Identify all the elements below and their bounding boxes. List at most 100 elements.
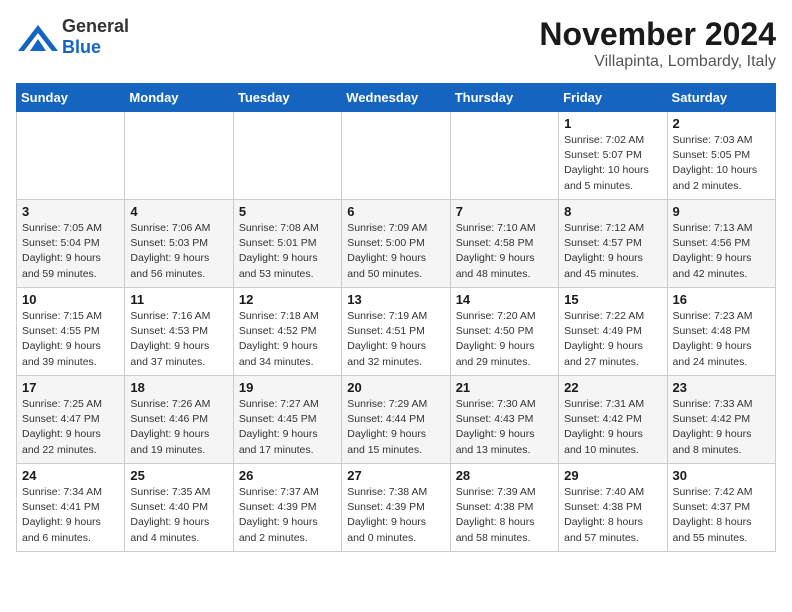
day-number: 7 — [456, 204, 553, 219]
day-info: Sunrise: 7:20 AM Sunset: 4:50 PM Dayligh… — [456, 309, 553, 370]
calendar-cell: 2 Sunrise: 7:03 AM Sunset: 5:05 PM Daylig… — [667, 112, 775, 200]
calendar-cell: 6Sunrise: 7:09 AM Sunset: 5:00 PM Daylig… — [342, 200, 450, 288]
day-info: Sunrise: 7:23 AM Sunset: 4:48 PM Dayligh… — [673, 309, 770, 370]
calendar-cell: 26 Sunrise: 7:37 AM Sunset: 4:39 PM Dayli… — [233, 464, 341, 552]
day-info: Sunrise: 7:35 AM Sunset: 4:40 PM Dayligh… — [130, 485, 227, 546]
calendar-cell: 21Sunrise: 7:30 AM Sunset: 4:43 PM Dayli… — [450, 376, 558, 464]
day-number: 5 — [239, 204, 336, 219]
day-number: 18 — [130, 380, 227, 395]
day-info: Sunrise: 7:31 AM Sunset: 4:42 PM Dayligh… — [564, 397, 661, 458]
calendar-week-1: 1 Sunrise: 7:02 AM Sunset: 5:07 PM Daylig… — [17, 112, 776, 200]
calendar-cell: 13 Sunrise: 7:19 AM Sunset: 4:51 PM Dayli… — [342, 288, 450, 376]
page-subtitle: Villapinta, Lombardy, Italy — [539, 53, 776, 71]
day-number: 12 — [239, 292, 336, 307]
day-info: Sunrise: 7:22 AM Sunset: 4:49 PM Dayligh… — [564, 309, 661, 370]
day-info: Sunrise: 7:19 AM Sunset: 4:51 PM Dayligh… — [347, 309, 444, 370]
day-number: 29 — [564, 468, 661, 483]
day-info: Sunrise: 7:30 AM Sunset: 4:43 PM Dayligh… — [456, 397, 553, 458]
day-info: Sunrise: 7:27 AM Sunset: 4:45 PM Dayligh… — [239, 397, 336, 458]
day-info: Sunrise: 7:34 AM Sunset: 4:41 PM Dayligh… — [22, 485, 119, 546]
calendar-cell: 10 Sunrise: 7:15 AM Sunset: 4:55 PM Dayli… — [17, 288, 125, 376]
calendar-cell — [342, 112, 450, 200]
calendar-cell: 5 Sunrise: 7:08 AM Sunset: 5:01 PM Daylig… — [233, 200, 341, 288]
day-number: 27 — [347, 468, 444, 483]
header-day-sunday: Sunday — [17, 84, 125, 112]
calendar-cell: 27Sunrise: 7:38 AM Sunset: 4:39 PM Dayli… — [342, 464, 450, 552]
calendar-cell: 11 Sunrise: 7:16 AM Sunset: 4:53 PM Dayli… — [125, 288, 233, 376]
calendar-cell: 28Sunrise: 7:39 AM Sunset: 4:38 PM Dayli… — [450, 464, 558, 552]
day-info: Sunrise: 7:15 AM Sunset: 4:55 PM Dayligh… — [22, 309, 119, 370]
header-day-thursday: Thursday — [450, 84, 558, 112]
day-info: Sunrise: 7:26 AM Sunset: 4:46 PM Dayligh… — [130, 397, 227, 458]
calendar-cell — [233, 112, 341, 200]
calendar-cell: 8 Sunrise: 7:12 AM Sunset: 4:57 PM Daylig… — [559, 200, 667, 288]
calendar-cell: 22 Sunrise: 7:31 AM Sunset: 4:42 PM Dayli… — [559, 376, 667, 464]
page-title: November 2024 — [539, 16, 776, 53]
day-number: 11 — [130, 292, 227, 307]
calendar-cell: 24 Sunrise: 7:34 AM Sunset: 4:41 PM Dayli… — [17, 464, 125, 552]
calendar-body: 1 Sunrise: 7:02 AM Sunset: 5:07 PM Daylig… — [17, 112, 776, 552]
calendar-week-3: 10 Sunrise: 7:15 AM Sunset: 4:55 PM Dayli… — [17, 288, 776, 376]
header-day-friday: Friday — [559, 84, 667, 112]
day-info: Sunrise: 7:16 AM Sunset: 4:53 PM Dayligh… — [130, 309, 227, 370]
calendar-cell: 12 Sunrise: 7:18 AM Sunset: 4:52 PM Dayli… — [233, 288, 341, 376]
calendar-cell: 19 Sunrise: 7:27 AM Sunset: 4:45 PM Dayli… — [233, 376, 341, 464]
day-number: 1 — [564, 116, 661, 131]
calendar-cell — [450, 112, 558, 200]
day-info: Sunrise: 7:40 AM Sunset: 4:38 PM Dayligh… — [564, 485, 661, 546]
calendar-header: SundayMondayTuesdayWednesdayThursdayFrid… — [17, 84, 776, 112]
calendar-week-2: 3 Sunrise: 7:05 AM Sunset: 5:04 PM Daylig… — [17, 200, 776, 288]
day-number: 20 — [347, 380, 444, 395]
logo-blue: Blue — [62, 37, 101, 58]
logo-icon — [16, 23, 56, 51]
page-header: General Blue November 2024 Villapinta, L… — [16, 16, 776, 71]
calendar-cell: 9Sunrise: 7:13 AM Sunset: 4:56 PM Daylig… — [667, 200, 775, 288]
header-day-wednesday: Wednesday — [342, 84, 450, 112]
day-number: 13 — [347, 292, 444, 307]
day-number: 15 — [564, 292, 661, 307]
calendar-cell: 17Sunrise: 7:25 AM Sunset: 4:47 PM Dayli… — [17, 376, 125, 464]
day-info: Sunrise: 7:03 AM Sunset: 5:05 PM Dayligh… — [673, 133, 770, 194]
day-number: 22 — [564, 380, 661, 395]
header-row: SundayMondayTuesdayWednesdayThursdayFrid… — [17, 84, 776, 112]
calendar-cell: 14 Sunrise: 7:20 AM Sunset: 4:50 PM Dayli… — [450, 288, 558, 376]
calendar-cell — [125, 112, 233, 200]
day-number: 23 — [673, 380, 770, 395]
day-number: 8 — [564, 204, 661, 219]
day-info: Sunrise: 7:33 AM Sunset: 4:42 PM Dayligh… — [673, 397, 770, 458]
day-info: Sunrise: 7:39 AM Sunset: 4:38 PM Dayligh… — [456, 485, 553, 546]
calendar-cell: 20 Sunrise: 7:29 AM Sunset: 4:44 PM Dayli… — [342, 376, 450, 464]
calendar-cell: 1 Sunrise: 7:02 AM Sunset: 5:07 PM Daylig… — [559, 112, 667, 200]
day-info: Sunrise: 7:02 AM Sunset: 5:07 PM Dayligh… — [564, 133, 661, 194]
calendar-cell: 30 Sunrise: 7:42 AM Sunset: 4:37 PM Dayli… — [667, 464, 775, 552]
day-number: 25 — [130, 468, 227, 483]
day-info: Sunrise: 7:12 AM Sunset: 4:57 PM Dayligh… — [564, 221, 661, 282]
day-number: 14 — [456, 292, 553, 307]
title-block: November 2024 Villapinta, Lombardy, Ital… — [539, 16, 776, 71]
calendar-cell: 4Sunrise: 7:06 AM Sunset: 5:03 PM Daylig… — [125, 200, 233, 288]
day-info: Sunrise: 7:37 AM Sunset: 4:39 PM Dayligh… — [239, 485, 336, 546]
day-number: 24 — [22, 468, 119, 483]
day-number: 2 — [673, 116, 770, 131]
day-number: 10 — [22, 292, 119, 307]
calendar-week-4: 17Sunrise: 7:25 AM Sunset: 4:47 PM Dayli… — [17, 376, 776, 464]
calendar-cell: 18 Sunrise: 7:26 AM Sunset: 4:46 PM Dayli… — [125, 376, 233, 464]
day-number: 30 — [673, 468, 770, 483]
calendar-cell: 3 Sunrise: 7:05 AM Sunset: 5:04 PM Daylig… — [17, 200, 125, 288]
calendar-cell: 29 Sunrise: 7:40 AM Sunset: 4:38 PM Dayli… — [559, 464, 667, 552]
day-number: 19 — [239, 380, 336, 395]
day-info: Sunrise: 7:18 AM Sunset: 4:52 PM Dayligh… — [239, 309, 336, 370]
calendar-week-5: 24 Sunrise: 7:34 AM Sunset: 4:41 PM Dayli… — [17, 464, 776, 552]
day-number: 16 — [673, 292, 770, 307]
day-info: Sunrise: 7:10 AM Sunset: 4:58 PM Dayligh… — [456, 221, 553, 282]
day-number: 3 — [22, 204, 119, 219]
day-number: 26 — [239, 468, 336, 483]
day-info: Sunrise: 7:42 AM Sunset: 4:37 PM Dayligh… — [673, 485, 770, 546]
day-info: Sunrise: 7:29 AM Sunset: 4:44 PM Dayligh… — [347, 397, 444, 458]
day-info: Sunrise: 7:05 AM Sunset: 5:04 PM Dayligh… — [22, 221, 119, 282]
header-day-tuesday: Tuesday — [233, 84, 341, 112]
day-info: Sunrise: 7:06 AM Sunset: 5:03 PM Dayligh… — [130, 221, 227, 282]
calendar-cell: 7 Sunrise: 7:10 AM Sunset: 4:58 PM Daylig… — [450, 200, 558, 288]
day-info: Sunrise: 7:08 AM Sunset: 5:01 PM Dayligh… — [239, 221, 336, 282]
day-number: 6 — [347, 204, 444, 219]
